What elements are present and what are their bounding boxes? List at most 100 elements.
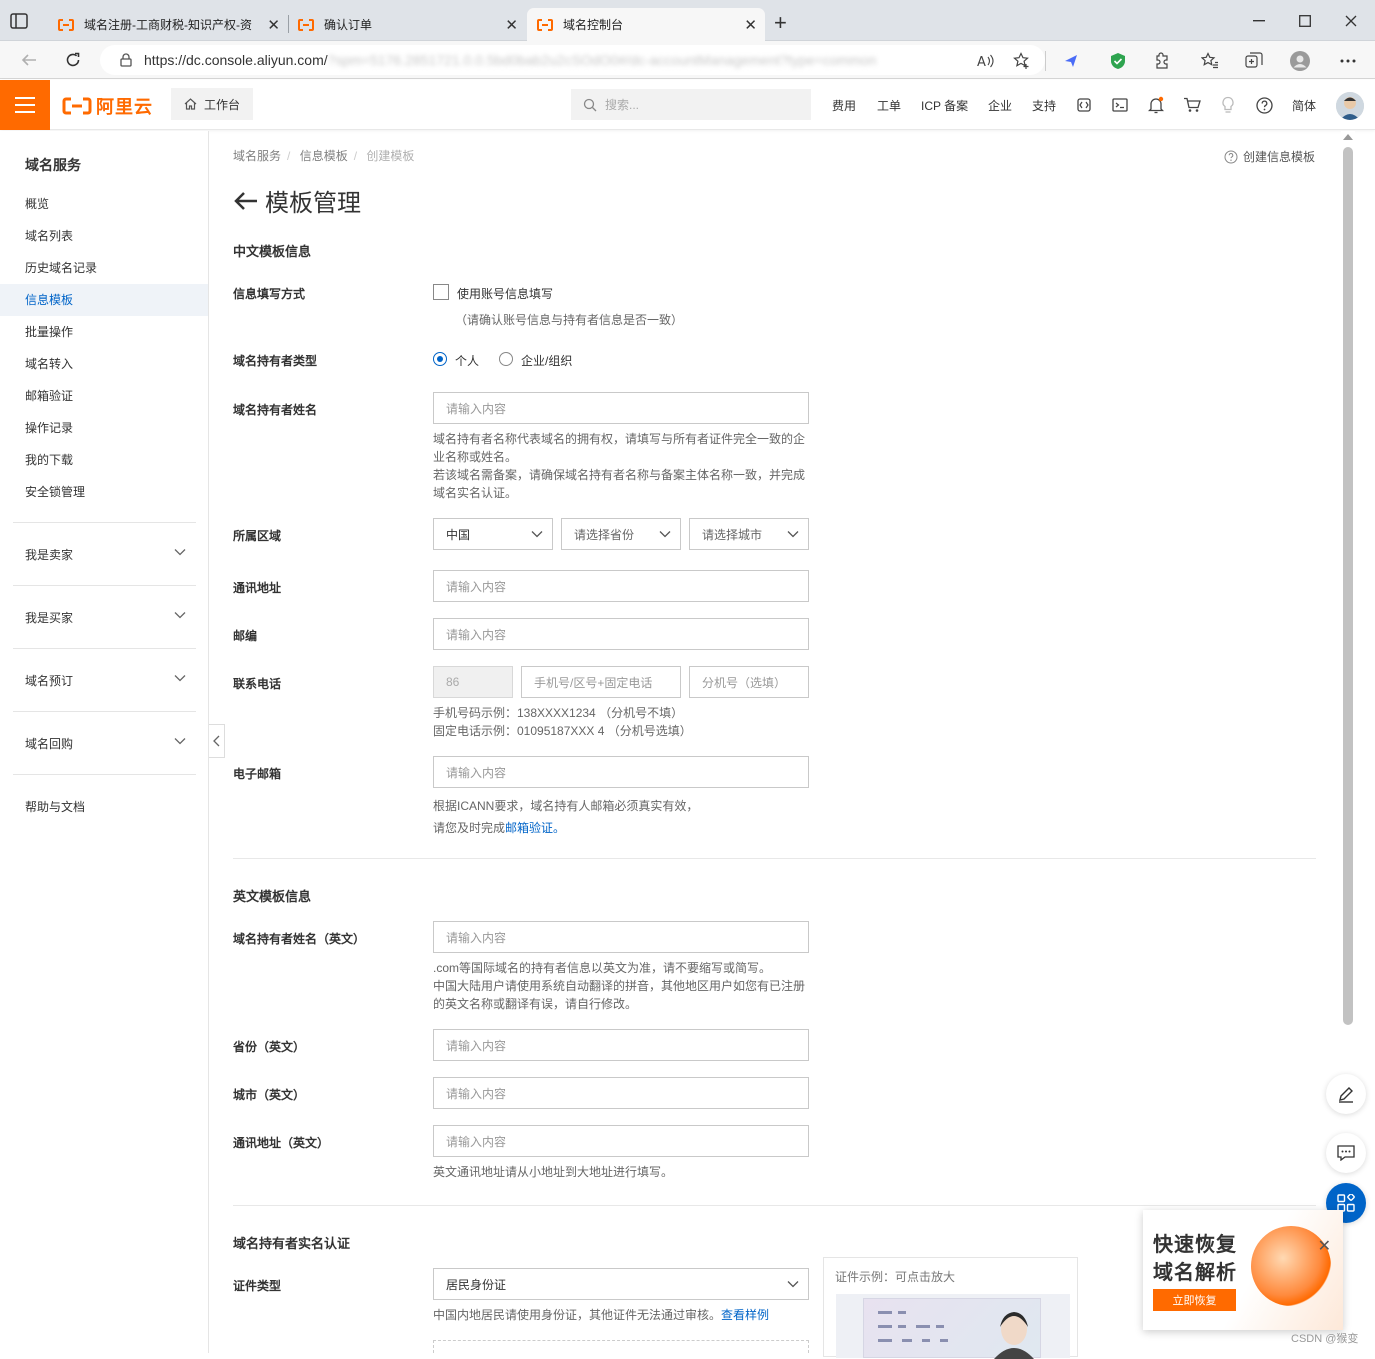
breadcrumb-domain-service[interactable]: 域名服务	[233, 149, 281, 163]
refresh-icon[interactable]	[63, 50, 83, 70]
maximize-icon[interactable]	[1296, 12, 1314, 30]
address-input[interactable]: 请输入内容	[433, 570, 809, 602]
hint-line: 固定电话示例：01095187XXX 4 （分机号选填）	[433, 724, 692, 738]
browser-tab-2[interactable]: 确认订单 ✕	[288, 8, 526, 41]
en-province-label: 省份（英文）	[233, 1040, 306, 1054]
en-province-input[interactable]: 请输入内容	[433, 1029, 809, 1061]
close-tab-icon[interactable]: ✕	[267, 16, 280, 34]
workbench-button[interactable]: 工作台	[171, 88, 253, 120]
breadcrumb-separator: /	[353, 149, 358, 163]
id-card-picture	[863, 1298, 1041, 1359]
header-link-icp[interactable]: ICP 备案	[921, 97, 968, 114]
lightbulb-icon[interactable]	[1219, 96, 1237, 114]
sidebar-item-help[interactable]: 帮助与文档	[0, 791, 208, 823]
header-link-support[interactable]: 支持	[1032, 97, 1056, 114]
close-tab-icon[interactable]: ✕	[744, 16, 757, 34]
en-address-input[interactable]: 请输入内容	[433, 1125, 809, 1157]
page-title: 模板管理	[233, 183, 361, 218]
read-aloud-icon[interactable]: A	[976, 51, 996, 71]
sidebar-item-overview[interactable]: 概览	[0, 188, 208, 220]
phone-input[interactable]: 手机号/区号+固定电话	[521, 666, 681, 698]
upload-area[interactable]	[433, 1340, 809, 1353]
console-search-input[interactable]: 搜索...	[571, 89, 811, 120]
owner-name-input[interactable]: 请输入内容	[433, 392, 809, 424]
country-select[interactable]: 中国	[433, 518, 553, 550]
view-sample-link[interactable]: 查看样例	[721, 1308, 769, 1322]
help-circle-icon[interactable]	[1255, 96, 1273, 114]
menu-hamburger-icon[interactable]	[0, 80, 50, 130]
extensions-puzzle-icon[interactable]	[1152, 51, 1172, 71]
hint-line: 若该域名需备案，请确保域名持有者名称与备案主体名称一致，并完成	[433, 468, 806, 482]
header-link-ticket[interactable]: 工单	[877, 97, 901, 114]
extension-input[interactable]: 分机号（选填）	[689, 666, 809, 698]
use-account-info-label[interactable]: 使用账号信息填写	[457, 285, 553, 302]
sidebar-item-domain-list[interactable]: 域名列表	[0, 220, 208, 252]
sidebar-item-op-log[interactable]: 操作记录	[0, 412, 208, 444]
edit-feedback-button[interactable]	[1326, 1074, 1366, 1114]
aliyun-logo[interactable]: 阿里云	[62, 93, 153, 119]
favorites-icon[interactable]	[1200, 51, 1220, 71]
scroll-up-arrow-icon[interactable]	[1343, 134, 1353, 140]
new-tab-plus-icon[interactable]: +	[774, 10, 787, 36]
more-menu-icon[interactable]	[1338, 51, 1358, 71]
use-account-info-checkbox[interactable]	[433, 284, 449, 300]
browser-tab-3-active[interactable]: 域名控制台 ✕	[527, 8, 765, 41]
promo-close-icon[interactable]: ✕	[1318, 1236, 1331, 1256]
owner-type-personal-label[interactable]: 个人	[455, 352, 479, 369]
sidebar-item-downloads[interactable]: 我的下载	[0, 444, 208, 476]
collections-icon[interactable]	[1244, 51, 1264, 71]
sidebar-item-info-template[interactable]: 信息模板	[0, 284, 208, 316]
sidebar-collapse-button[interactable]	[209, 724, 225, 758]
sidebar-item-transfer-in[interactable]: 域名转入	[0, 348, 208, 380]
sidebar-group-buyback[interactable]: 域名回购	[0, 724, 208, 764]
cart-icon[interactable]	[1183, 96, 1201, 114]
sidebar-item-security-lock[interactable]: 安全锁管理	[0, 476, 208, 508]
favorite-add-icon[interactable]	[1012, 51, 1032, 71]
promo-restore-button[interactable]: 立即恢复	[1153, 1289, 1236, 1311]
url-field[interactable]: https://dc.console.aliyun.com/?spm=5176.…	[100, 45, 1045, 75]
cert-example-box[interactable]: 证件示例：可点击放大	[823, 1257, 1078, 1359]
promo-popup[interactable]: 快速恢复 域名解析 立即恢复 ✕	[1143, 1210, 1343, 1330]
owner-type-enterprise-label[interactable]: 企业/组织	[521, 352, 572, 369]
chat-button[interactable]	[1326, 1133, 1366, 1173]
header-link-enterprise[interactable]: 企业	[988, 97, 1012, 114]
shield-extension-icon[interactable]	[1108, 51, 1128, 71]
sidebar-item-batch[interactable]: 批量操作	[0, 316, 208, 348]
sidebar-item-email-verify[interactable]: 邮箱验证	[0, 380, 208, 412]
extension-bird-icon[interactable]	[1062, 51, 1082, 71]
en-city-input[interactable]: 请输入内容	[433, 1077, 809, 1109]
email-verify-link[interactable]: 邮箱验证。	[505, 821, 565, 835]
app-icon[interactable]	[1075, 96, 1093, 114]
terminal-icon[interactable]	[1111, 96, 1129, 114]
city-select[interactable]: 请选择城市	[689, 518, 809, 550]
zip-input[interactable]: 请输入内容	[433, 618, 809, 650]
close-tab-icon[interactable]: ✕	[505, 16, 518, 34]
back-arrow-icon[interactable]	[233, 191, 259, 211]
owner-type-enterprise-radio[interactable]	[499, 352, 513, 366]
user-avatar[interactable]	[1336, 92, 1364, 120]
sidebar-group-seller[interactable]: 我是卖家	[0, 535, 208, 575]
minimize-icon[interactable]	[1250, 12, 1268, 30]
breadcrumb: 域名服务 / 信息模板 / 创建模板	[233, 147, 420, 164]
profile-avatar-icon[interactable]	[1290, 51, 1310, 71]
owner-type-personal-radio[interactable]	[433, 352, 447, 366]
cert-type-select[interactable]: 居民身份证	[433, 1268, 809, 1300]
create-template-help-link[interactable]: 创建信息模板	[1224, 148, 1315, 165]
page-scrollbar-thumb[interactable]	[1343, 147, 1353, 1025]
back-arrow-icon[interactable]	[19, 50, 39, 70]
sidebar-group-reserve[interactable]: 域名预订	[0, 661, 208, 701]
sidebar-group-buyer[interactable]: 我是买家	[0, 598, 208, 638]
id-card-sample-image[interactable]	[836, 1294, 1070, 1359]
browser-tab-1[interactable]: 域名注册-工商财税-知识产权-资 ✕	[48, 8, 288, 41]
sidebar-item-history[interactable]: 历史域名记录	[0, 252, 208, 284]
header-link-cost[interactable]: 费用	[832, 97, 856, 114]
language-switch[interactable]: 简体	[1292, 97, 1316, 114]
email-input[interactable]: 请输入内容	[433, 756, 809, 788]
province-select[interactable]: 请选择省份	[561, 518, 681, 550]
notification-bell-icon[interactable]	[1147, 96, 1165, 114]
tab-actions-icon[interactable]	[10, 13, 28, 29]
close-window-icon[interactable]	[1342, 12, 1360, 30]
lock-icon[interactable]	[120, 53, 132, 67]
en-name-input[interactable]: 请输入内容	[433, 921, 809, 953]
breadcrumb-info-template[interactable]: 信息模板	[300, 149, 348, 163]
